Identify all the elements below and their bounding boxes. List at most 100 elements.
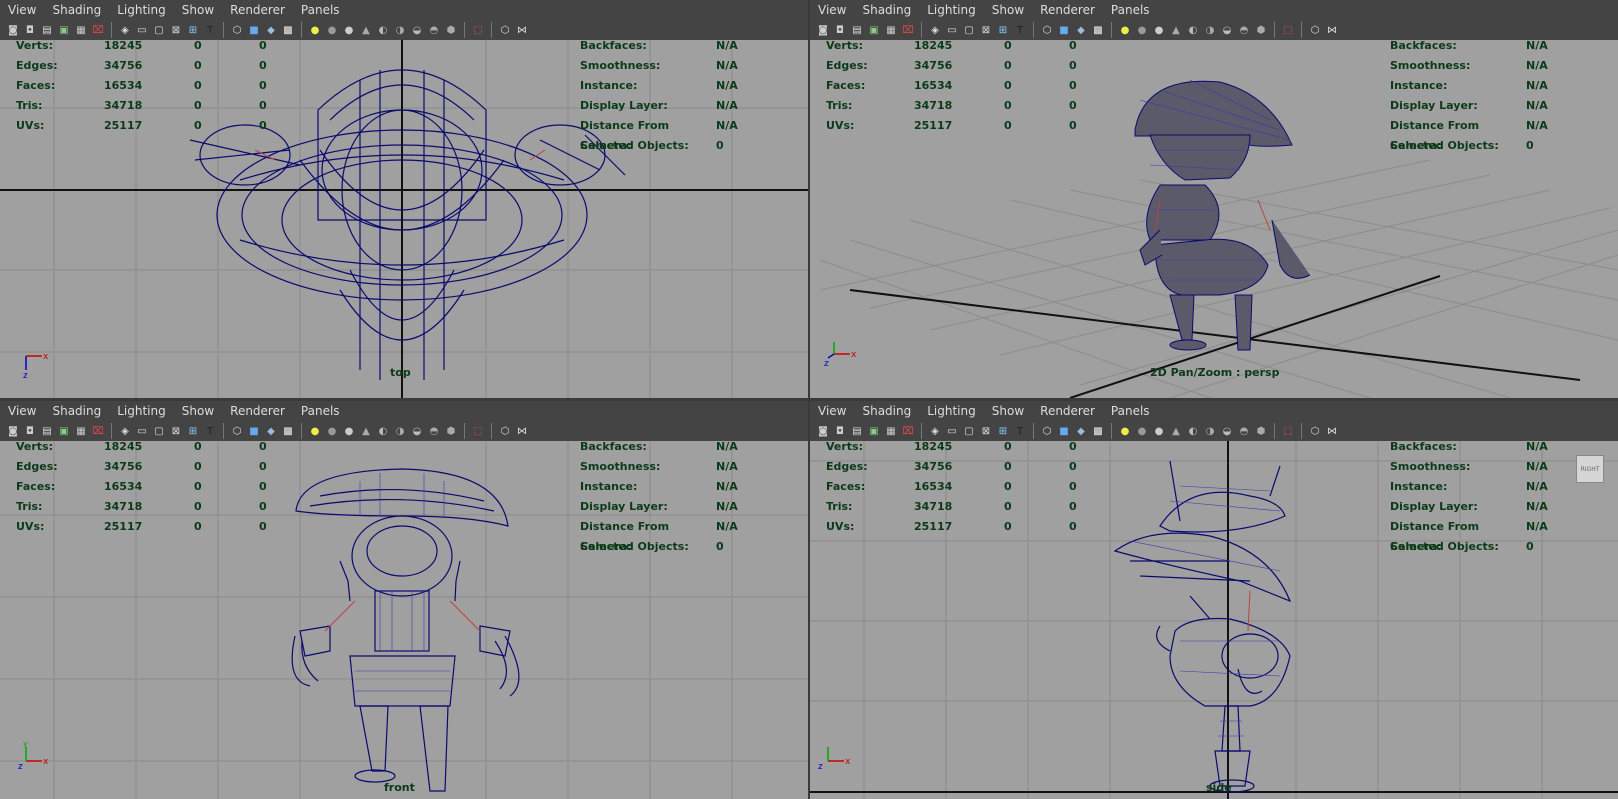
grid-toggle-icon[interactable]: ▦	[884, 424, 898, 438]
camera-cube-icon[interactable]: ⬡	[1308, 424, 1322, 438]
menu-view[interactable]: View	[0, 401, 44, 421]
menu-shading[interactable]: Shading	[44, 0, 109, 20]
flat-shade-icon[interactable]: ◆	[1074, 424, 1088, 438]
use-default-light-icon[interactable]: ●	[308, 23, 322, 37]
safe-action-icon[interactable]: ⊞	[186, 23, 200, 37]
screen-space-ao-icon[interactable]: ●	[1152, 23, 1166, 37]
bookmark-icon[interactable]: ▤	[40, 23, 54, 37]
smooth-shade-icon[interactable]: ■	[1057, 23, 1071, 37]
camera-attributes-icon[interactable]: ◘	[833, 424, 847, 438]
motion-blur-icon[interactable]: ▲	[1169, 424, 1183, 438]
viewport-canvas[interactable]: Verts: 18245 0 0 Edges: 34756 0 0 Faces: 16534 0…	[810, 441, 1618, 799]
menu-panels[interactable]: Panels	[293, 401, 348, 421]
textured-icon[interactable]: ▩	[281, 424, 295, 438]
use-default-light-icon[interactable]: ●	[1118, 23, 1132, 37]
motion-blur-icon[interactable]: ▲	[359, 424, 373, 438]
menu-shading[interactable]: Shading	[854, 401, 919, 421]
wireframe-shading-icon[interactable]: ⬡	[230, 23, 244, 37]
motion-blur-icon[interactable]: ▲	[359, 23, 373, 37]
camera-icon[interactable]: ◙	[6, 23, 20, 37]
multisample-aa-icon[interactable]: ◐	[376, 424, 390, 438]
xray-joints-icon[interactable]: ◓	[1237, 23, 1251, 37]
shadows-icon[interactable]: ●	[1135, 23, 1149, 37]
menu-panels[interactable]: Panels	[293, 0, 348, 20]
field-chart-icon[interactable]: ⊠	[979, 23, 993, 37]
camera-cube-icon[interactable]: ⬡	[1308, 23, 1322, 37]
share-icon[interactable]: ⋈	[1325, 424, 1339, 438]
shadows-icon[interactable]: ●	[325, 424, 339, 438]
image-plane-icon[interactable]: ▣	[867, 23, 881, 37]
multisample-aa-icon[interactable]: ◐	[1186, 424, 1200, 438]
smooth-shade-icon[interactable]: ■	[1057, 424, 1071, 438]
depth-of-field-icon[interactable]: ◑	[1203, 23, 1217, 37]
share-icon[interactable]: ⋈	[515, 424, 529, 438]
depth-of-field-icon[interactable]: ◑	[393, 23, 407, 37]
xray-components-icon[interactable]: ⬢	[1254, 424, 1268, 438]
multisample-aa-icon[interactable]: ◐	[1186, 23, 1200, 37]
image-plane-icon[interactable]: ▣	[867, 424, 881, 438]
field-chart-icon[interactable]: ⊠	[169, 424, 183, 438]
depth-of-field-icon[interactable]: ◑	[393, 424, 407, 438]
safe-title-icon[interactable]: T	[1013, 424, 1027, 438]
textured-icon[interactable]: ▩	[281, 23, 295, 37]
field-chart-icon[interactable]: ⊠	[979, 424, 993, 438]
gate-mask-icon[interactable]: ▢	[962, 23, 976, 37]
bookmark-icon[interactable]: ▤	[40, 424, 54, 438]
camera-attributes-icon[interactable]: ◘	[23, 424, 37, 438]
safe-action-icon[interactable]: ⊞	[996, 424, 1010, 438]
menu-show[interactable]: Show	[984, 0, 1032, 20]
shadows-icon[interactable]: ●	[325, 23, 339, 37]
xray-icon[interactable]: ◒	[1220, 424, 1234, 438]
viewport-panel-side[interactable]: View Shading Lighting Show Renderer Pane…	[810, 401, 1618, 799]
wireframe-shading-icon[interactable]: ⬡	[1040, 23, 1054, 37]
resolution-gate-icon[interactable]: ▭	[135, 23, 149, 37]
gate-mask-icon[interactable]: ▢	[962, 424, 976, 438]
share-icon[interactable]: ⋈	[515, 23, 529, 37]
menu-renderer[interactable]: Renderer	[1032, 401, 1103, 421]
use-default-light-icon[interactable]: ●	[308, 424, 322, 438]
use-default-light-icon[interactable]: ●	[1118, 424, 1132, 438]
grid-toggle-icon[interactable]: ▦	[74, 23, 88, 37]
viewport-panel-persp[interactable]: View Shading Lighting Show Renderer Pane…	[810, 0, 1618, 398]
motion-blur-icon[interactable]: ▲	[1169, 23, 1183, 37]
xray-joints-icon[interactable]: ◓	[1237, 424, 1251, 438]
xray-icon[interactable]: ◒	[1220, 23, 1234, 37]
image-plane-icon[interactable]: ▣	[57, 424, 71, 438]
menu-lighting[interactable]: Lighting	[919, 0, 984, 20]
resolution-gate-icon[interactable]: ▭	[135, 424, 149, 438]
menu-lighting[interactable]: Lighting	[109, 0, 174, 20]
menu-show[interactable]: Show	[984, 401, 1032, 421]
depth-of-field-icon[interactable]: ◑	[1203, 424, 1217, 438]
xray-icon[interactable]: ◒	[410, 23, 424, 37]
camera-attributes-icon[interactable]: ◘	[833, 23, 847, 37]
multisample-aa-icon[interactable]: ◐	[376, 23, 390, 37]
wireframe-shading-icon[interactable]: ⬡	[1040, 424, 1054, 438]
flat-shade-icon[interactable]: ◆	[1074, 23, 1088, 37]
menu-view[interactable]: View	[0, 0, 44, 20]
gate-mask-icon[interactable]: ▢	[152, 23, 166, 37]
menu-renderer[interactable]: Renderer	[222, 401, 293, 421]
safe-title-icon[interactable]: T	[203, 23, 217, 37]
menu-shading[interactable]: Shading	[44, 401, 109, 421]
flat-shade-icon[interactable]: ◆	[264, 424, 278, 438]
isolate-select-icon[interactable]: ⌧	[91, 23, 105, 37]
smooth-shade-icon[interactable]: ■	[247, 424, 261, 438]
flat-shade-icon[interactable]: ◆	[264, 23, 278, 37]
menu-panels[interactable]: Panels	[1103, 0, 1158, 20]
screen-space-ao-icon[interactable]: ●	[342, 424, 356, 438]
menu-shading[interactable]: Shading	[854, 0, 919, 20]
menu-view[interactable]: View	[810, 401, 854, 421]
viewport-panel-top[interactable]: View Shading Lighting Show Renderer Pane…	[0, 0, 808, 398]
bookmark-icon[interactable]: ▤	[850, 424, 864, 438]
camera-icon[interactable]: ◙	[816, 424, 830, 438]
xray-components-icon[interactable]: ⬢	[444, 23, 458, 37]
bookmark-icon[interactable]: ▤	[850, 23, 864, 37]
menu-renderer[interactable]: Renderer	[1032, 0, 1103, 20]
safe-title-icon[interactable]: T	[203, 424, 217, 438]
resolution-gate-icon[interactable]: ▭	[945, 424, 959, 438]
menu-show[interactable]: Show	[174, 0, 222, 20]
gate-mask-icon[interactable]: ▢	[152, 424, 166, 438]
view-cube[interactable]: RIGHT	[1576, 455, 1604, 483]
wireframe-icon[interactable]: ◈	[928, 424, 942, 438]
menu-view[interactable]: View	[810, 0, 854, 20]
